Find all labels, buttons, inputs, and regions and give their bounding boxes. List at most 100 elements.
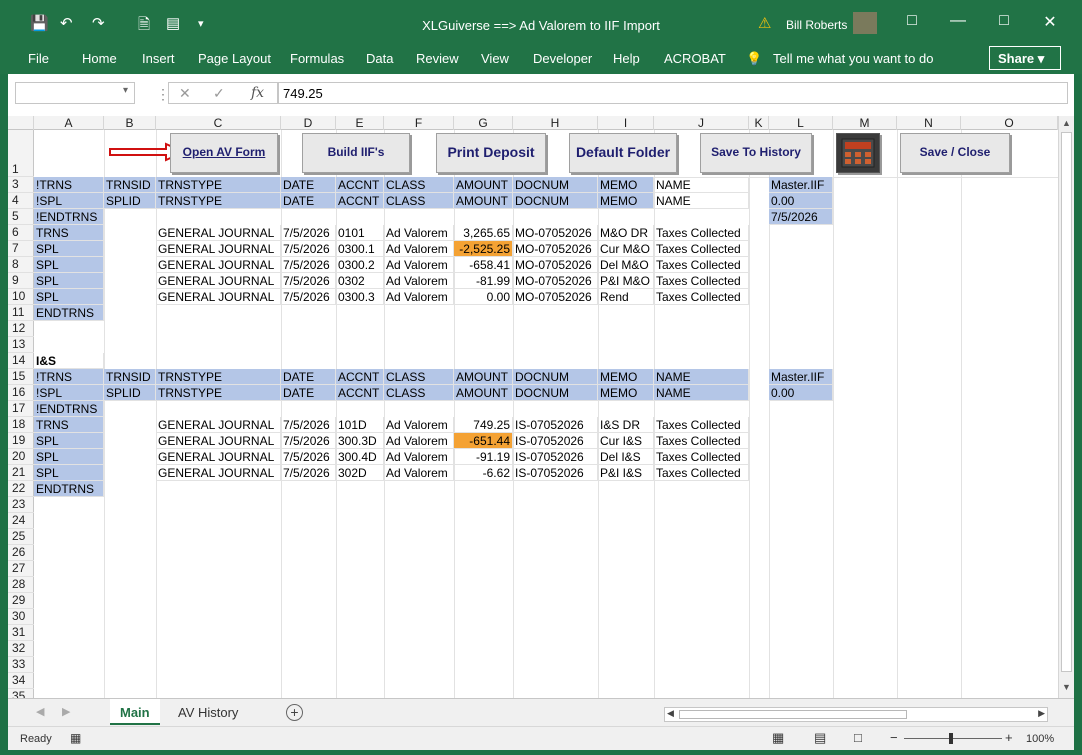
column-header-i[interactable]: I — [598, 116, 654, 130]
row-header[interactable]: 8 — [8, 257, 34, 273]
select-all-corner[interactable] — [8, 116, 34, 130]
cell-e10[interactable]: 0300.3 — [336, 289, 384, 305]
tab-review[interactable]: Review — [416, 51, 459, 66]
cell-c7[interactable]: GENERAL JOURNAL — [156, 241, 281, 257]
cell-i8[interactable]: Del M&O — [598, 257, 654, 273]
cell-e16[interactable]: ACCNT — [336, 385, 384, 401]
zoom-out-icon[interactable]: − — [890, 730, 898, 745]
chevron-down-icon[interactable]: ▾ — [123, 85, 128, 96]
cell-c6[interactable]: GENERAL JOURNAL — [156, 225, 281, 241]
cell-j10[interactable]: Taxes Collected — [654, 289, 749, 305]
cell-a19[interactable]: SPL — [34, 433, 104, 449]
cell-d21[interactable]: 7/5/2026 — [281, 465, 336, 481]
cell-e9[interactable]: 0302 — [336, 273, 384, 289]
cell-h16[interactable]: DOCNUM — [513, 385, 598, 401]
cell-e8[interactable]: 0300.2 — [336, 257, 384, 273]
cell-d4[interactable]: DATE — [281, 193, 336, 209]
cell-a14[interactable]: I&S — [34, 353, 104, 369]
tab-insert[interactable]: Insert — [142, 51, 175, 66]
row-header[interactable]: 13 — [8, 337, 34, 353]
cell-a21[interactable]: SPL — [34, 465, 104, 481]
avatar[interactable] — [853, 12, 877, 34]
row-header[interactable]: 27 — [8, 561, 34, 577]
cell-c4[interactable]: TRNSTYPE — [156, 193, 281, 209]
tab-view[interactable]: View — [481, 51, 509, 66]
cell-c16[interactable]: TRNSTYPE — [156, 385, 281, 401]
zoom-level[interactable]: 100% — [1026, 733, 1054, 745]
normal-view-icon[interactable]: ▦ — [772, 730, 784, 746]
cell-d8[interactable]: 7/5/2026 — [281, 257, 336, 273]
cell-a10[interactable]: SPL — [34, 289, 104, 305]
cell-a3[interactable]: !TRNS — [34, 177, 104, 193]
tab-home[interactable]: Home — [82, 51, 117, 66]
cell-g8[interactable]: -658.41 — [454, 257, 513, 273]
cell-c15[interactable]: TRNSTYPE — [156, 369, 281, 385]
cell-e19[interactable]: 300.3D — [336, 433, 384, 449]
formula-input[interactable]: 749.25 — [278, 82, 1068, 104]
cell-j19[interactable]: Taxes Collected — [654, 433, 749, 449]
column-header-h[interactable]: H — [513, 116, 598, 130]
cell-f7[interactable]: Ad Valorem — [384, 241, 454, 257]
column-header-j[interactable]: J — [654, 116, 749, 130]
tab-data[interactable]: Data — [366, 51, 393, 66]
cell-a6[interactable]: TRNS — [34, 225, 104, 241]
zoom-slider[interactable] — [904, 738, 1002, 739]
cell-e18[interactable]: 101D — [336, 417, 384, 433]
cell-c20[interactable]: GENERAL JOURNAL — [156, 449, 281, 465]
column-header-k[interactable]: K — [749, 116, 769, 130]
row-header[interactable]: 21 — [8, 465, 34, 481]
row-header[interactable]: 9 — [8, 273, 34, 289]
cell-j8[interactable]: Taxes Collected — [654, 257, 749, 273]
row-header[interactable]: 33 — [8, 657, 34, 673]
cell-i15[interactable]: MEMO — [598, 369, 654, 385]
cell-a17[interactable]: !ENDTRNS — [34, 401, 104, 417]
cell-c8[interactable]: GENERAL JOURNAL — [156, 257, 281, 273]
cell-e15[interactable]: ACCNT — [336, 369, 384, 385]
cell-f10[interactable]: Ad Valorem — [384, 289, 454, 305]
cell-h15[interactable]: DOCNUM — [513, 369, 598, 385]
cell-c9[interactable]: GENERAL JOURNAL — [156, 273, 281, 289]
cell-a22[interactable]: ENDTRNS — [34, 481, 104, 497]
cell-h3[interactable]: DOCNUM — [513, 177, 598, 193]
cell-i19[interactable]: Cur I&S — [598, 433, 654, 449]
column-header-n[interactable]: N — [897, 116, 961, 130]
cell-a18[interactable]: TRNS — [34, 417, 104, 433]
cell-i3[interactable]: MEMO — [598, 177, 654, 193]
row-header[interactable]: 16 — [8, 385, 34, 401]
cell-a16[interactable]: !SPL — [34, 385, 104, 401]
row-header[interactable]: 7 — [8, 241, 34, 257]
cell-l5[interactable]: 7/5/2026 — [769, 209, 833, 225]
cell-b15[interactable]: TRNSID — [104, 369, 156, 385]
cell-g18[interactable]: 749.25 — [454, 417, 513, 433]
row-header[interactable]: 3 — [8, 177, 34, 193]
row-header[interactable]: 22 — [8, 481, 34, 497]
cell-e3[interactable]: ACCNT — [336, 177, 384, 193]
cell-c18[interactable]: GENERAL JOURNAL — [156, 417, 281, 433]
cell-j20[interactable]: Taxes Collected — [654, 449, 749, 465]
cell-d3[interactable]: DATE — [281, 177, 336, 193]
zoom-in-icon[interactable]: + — [1005, 730, 1013, 745]
cell-j7[interactable]: Taxes Collected — [654, 241, 749, 257]
cell-a5[interactable]: !ENDTRNS — [34, 209, 104, 225]
row-header[interactable]: 17 — [8, 401, 34, 417]
row-header[interactable]: 25 — [8, 529, 34, 545]
cell-a8[interactable]: SPL — [34, 257, 104, 273]
cell-h6[interactable]: MO-07052026 — [513, 225, 598, 241]
cell-c3[interactable]: TRNSTYPE — [156, 177, 281, 193]
default-folder-button[interactable]: Default Folder — [569, 133, 677, 173]
cell-a15[interactable]: !TRNS — [34, 369, 104, 385]
cell-j6[interactable]: Taxes Collected — [654, 225, 749, 241]
page-layout-icon[interactable]: ▤ — [814, 730, 826, 746]
cell-j3[interactable]: NAME — [654, 177, 749, 193]
row-header[interactable]: 30 — [8, 609, 34, 625]
cell-d9[interactable]: 7/5/2026 — [281, 273, 336, 289]
cell-f21[interactable]: Ad Valorem — [384, 465, 454, 481]
next-sheet-icon[interactable]: ▶ — [62, 705, 70, 718]
row-header[interactable]: 32 — [8, 641, 34, 657]
ribbon-display-icon[interactable]: □ — [892, 12, 932, 30]
row-header[interactable]: 12 — [8, 321, 34, 337]
row-header[interactable]: 31 — [8, 625, 34, 641]
cell-j15[interactable]: NAME — [654, 369, 749, 385]
cell-g6[interactable]: 3,265.65 — [454, 225, 513, 241]
cancel-icon[interactable]: ✕ — [179, 85, 191, 102]
